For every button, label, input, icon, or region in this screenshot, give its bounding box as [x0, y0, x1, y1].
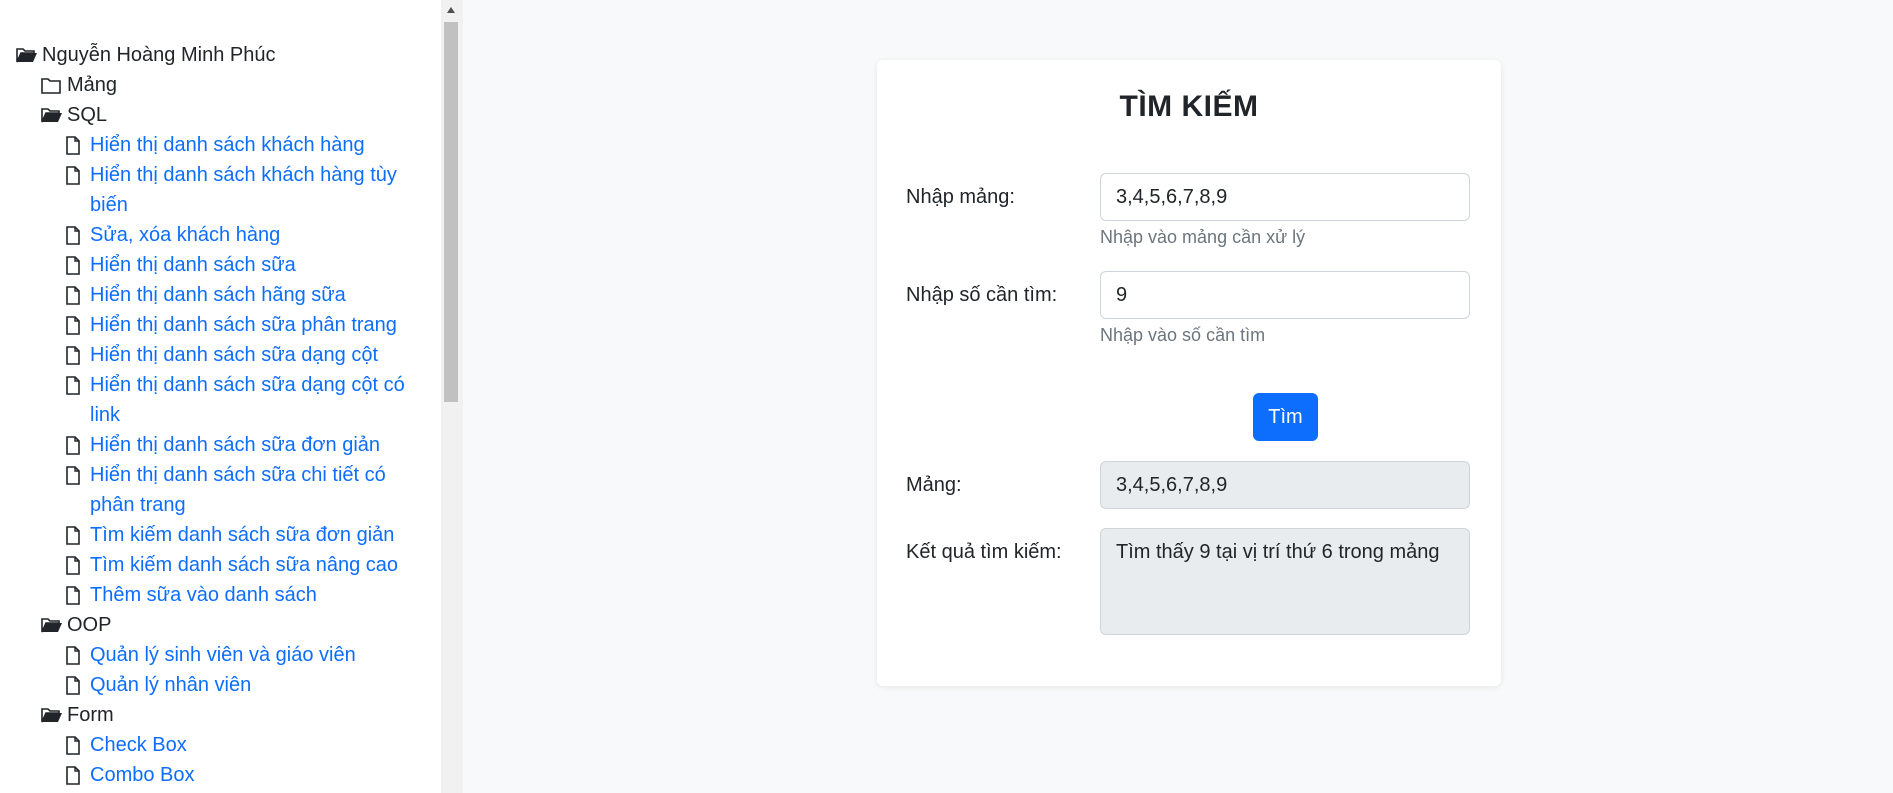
result-label: Kết quả tìm kiếm: [906, 541, 1062, 563]
sql-item[interactable]: Sửa, xóa khách hàng [16, 220, 408, 250]
folder-oop[interactable]: OOP [16, 610, 408, 640]
sql-item[interactable]: Hiển thị danh sách hãng sữa [16, 280, 408, 310]
result-textarea[interactable]: Tìm thấy 9 tại vị trí thứ 6 trong mảng [1100, 528, 1470, 635]
folder-oop-label: OOP [67, 614, 112, 636]
folder-open-icon [41, 100, 67, 130]
file-icon [66, 340, 90, 370]
sql-item-link[interactable]: Hiển thị danh sách sữa [90, 250, 296, 280]
result-array-field[interactable] [1100, 461, 1470, 509]
sidebar-divider [461, 0, 463, 793]
folder-sql-label: SQL [67, 104, 108, 126]
oop-item-link[interactable]: Quản lý sinh viên và giáo viên [90, 640, 356, 670]
oop-item[interactable]: Quản lý sinh viên và giáo viên [16, 640, 408, 670]
tree-root-label: Nguyễn Hoàng Minh Phúc [42, 44, 276, 66]
sql-item[interactable]: Hiển thị danh sách sữa dạng cột có link [16, 370, 408, 430]
file-icon [66, 730, 90, 760]
search-button[interactable]: Tìm [1253, 393, 1318, 441]
file-icon [66, 670, 90, 700]
array-input-label: Nhập mảng: [906, 186, 1015, 208]
file-icon [66, 640, 90, 670]
file-icon [66, 460, 90, 490]
sql-item-link[interactable]: Tìm kiếm danh sách sữa nâng cao [90, 550, 398, 580]
array-help-text: Nhập vào mảng cần xử lý [1100, 227, 1306, 247]
scrollbar-thumb[interactable] [444, 22, 458, 402]
scroll-up-arrow-icon[interactable] [441, 0, 461, 20]
sql-item[interactable]: Hiển thị danh sách khách hàng [16, 130, 408, 160]
sql-item-link[interactable]: Hiển thị danh sách sữa chi tiết có phân … [90, 460, 408, 520]
sidebar: Nguyễn Hoàng Minh Phúc Mảng SQL Hiển thị… [0, 0, 441, 793]
folder-form-label: Form [67, 704, 114, 726]
file-icon [66, 760, 90, 790]
number-help-text: Nhập vào số cần tìm [1100, 325, 1266, 345]
sql-item-link[interactable]: Hiển thị danh sách hãng sữa [90, 280, 346, 310]
sql-item[interactable]: Hiển thị danh sách sữa dạng cột [16, 340, 408, 370]
sql-item-link[interactable]: Hiển thị danh sách sữa dạng cột có link [90, 370, 408, 430]
file-icon [66, 310, 90, 340]
form-item-link[interactable]: Combo Box [90, 760, 195, 790]
file-icon [66, 220, 90, 250]
folder-open-icon [41, 610, 67, 640]
folder-closed-icon [41, 70, 67, 100]
folder-open-icon [41, 700, 67, 730]
tree-root[interactable]: Nguyễn Hoàng Minh Phúc [16, 40, 408, 70]
number-input-label: Nhập số cần tìm: [906, 284, 1058, 306]
form-item-link[interactable]: Check Box [90, 730, 187, 760]
sql-item-link[interactable]: Sửa, xóa khách hàng [90, 220, 280, 250]
sql-item-link[interactable]: Hiển thị danh sách sữa dạng cột [90, 340, 378, 370]
file-icon [66, 520, 90, 550]
file-icon [66, 580, 90, 610]
folder-open-icon [16, 40, 42, 70]
sql-item[interactable]: Tìm kiếm danh sách sữa nâng cao [16, 550, 408, 580]
sql-item-link[interactable]: Hiển thị danh sách khách hàng [90, 130, 365, 160]
number-input[interactable] [1100, 271, 1470, 319]
page-title: TÌM KIẾM [1119, 90, 1259, 123]
sql-item-link[interactable]: Hiển thị danh sách sữa phân trang [90, 310, 397, 340]
folder-mang-label: Mảng [67, 74, 118, 96]
file-icon [66, 130, 90, 160]
folder-form[interactable]: Form [16, 700, 408, 730]
sidebar-scrollbar[interactable] [441, 0, 461, 793]
sql-item-link[interactable]: Hiển thị danh sách sữa đơn giản [90, 430, 380, 460]
array-input[interactable] [1100, 173, 1470, 221]
file-icon [66, 160, 90, 190]
sql-item-link[interactable]: Hiển thị danh sách khách hàng tùy biến [90, 160, 408, 220]
sql-item[interactable]: Hiển thị danh sách sữa chi tiết có phân … [16, 460, 408, 520]
file-icon [66, 550, 90, 580]
file-icon [66, 280, 90, 310]
oop-item-link[interactable]: Quản lý nhân viên [90, 670, 251, 700]
folder-tree: Nguyễn Hoàng Minh Phúc Mảng SQL Hiển thị… [16, 40, 408, 790]
file-icon [66, 250, 90, 280]
sql-item-link[interactable]: Thêm sữa vào danh sách [90, 580, 317, 610]
oop-item[interactable]: Quản lý nhân viên [16, 670, 408, 700]
sql-item[interactable]: Hiển thị danh sách sữa [16, 250, 408, 280]
form-item[interactable]: Check Box [16, 730, 408, 760]
sql-item[interactable]: Hiển thị danh sách sữa đơn giản [16, 430, 408, 460]
sql-item-link[interactable]: Tìm kiếm danh sách sữa đơn giản [90, 520, 394, 550]
form-item[interactable]: Combo Box [16, 760, 408, 790]
result-array-label: Mảng: [906, 474, 962, 496]
folder-sql[interactable]: SQL [16, 100, 408, 130]
file-icon [66, 430, 90, 460]
sql-item[interactable]: Hiển thị danh sách sữa phân trang [16, 310, 408, 340]
sql-item[interactable]: Thêm sữa vào danh sách [16, 580, 408, 610]
folder-mang[interactable]: Mảng [16, 70, 408, 100]
file-icon [66, 370, 90, 400]
sql-item[interactable]: Tìm kiếm danh sách sữa đơn giản [16, 520, 408, 550]
sql-item[interactable]: Hiển thị danh sách khách hàng tùy biến [16, 160, 408, 220]
